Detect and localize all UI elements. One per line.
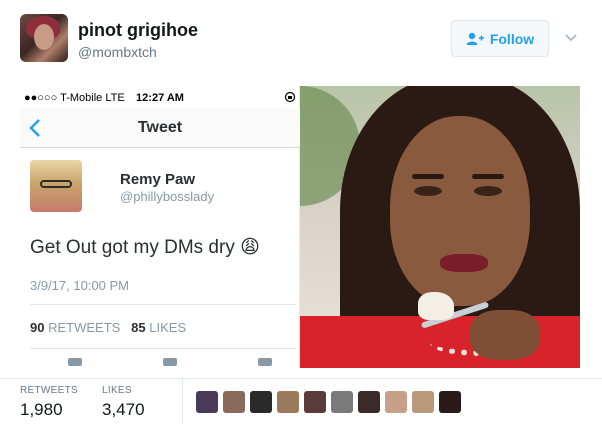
quoted-likes-label: LIKES [149, 320, 187, 335]
stats-divider [182, 379, 183, 424]
quoted-retweets-label: RETWEETS [48, 320, 121, 335]
tweet-media[interactable]: ●●○○○ T-Mobile LTE 12:27 AM Tweet Remy P… [20, 86, 580, 368]
divider [30, 348, 296, 349]
liker-avatar[interactable] [223, 391, 245, 413]
liker-avatar[interactable] [196, 391, 218, 413]
divider [30, 304, 296, 305]
photo-face [390, 116, 530, 306]
photo-hand [470, 310, 540, 360]
retweets-label: RETWEETS [20, 385, 78, 396]
nav-bar: Tweet [20, 108, 300, 148]
photo-brow [412, 174, 444, 179]
photo-brow [472, 174, 504, 179]
quoted-display-name: Remy Paw [120, 171, 196, 188]
liker-avatar[interactable] [439, 391, 461, 413]
quoted-avatar [30, 160, 82, 212]
status-bar: ●●○○○ T-Mobile LTE 12:27 AM [20, 86, 300, 108]
retweet-icon [163, 358, 177, 366]
quoted-tweet-text: Get Out got my DMs dry 😩 [30, 237, 260, 258]
tweet-header: pinot grigihoe @mombxtch Follow [0, 0, 602, 80]
quoted-avatar-glasses [40, 180, 72, 188]
photo-cake [418, 292, 454, 320]
photo-lips [440, 254, 488, 272]
tweet-stats: RETWEETS 1,980 LIKES 3,470 [0, 378, 602, 424]
quoted-action-bar [20, 358, 300, 368]
liker-avatar[interactable] [385, 391, 407, 413]
likes-stat[interactable]: LIKES 3,470 [102, 385, 145, 420]
photo-eye [474, 186, 502, 196]
retweets-count: 1,980 [20, 400, 63, 419]
liker-avatar[interactable] [304, 391, 326, 413]
phone-screenshot: ●●○○○ T-Mobile LTE 12:27 AM Tweet Remy P… [20, 86, 300, 368]
status-time: 12:27 AM [136, 92, 184, 104]
likes-count: 3,470 [102, 400, 145, 419]
follow-button-label: Follow [489, 30, 535, 47]
reply-icon [68, 358, 82, 366]
liker-avatar[interactable] [358, 391, 380, 413]
avatar-face [34, 24, 54, 50]
quoted-tweet-stats: 90 RETWEETS 85 LIKES [30, 320, 186, 335]
author-display-name[interactable]: pinot grigihoe [78, 20, 198, 41]
liker-avatar[interactable] [250, 391, 272, 413]
chevron-down-icon[interactable] [564, 30, 578, 44]
reaction-photo [300, 86, 580, 368]
likes-label: LIKES [102, 385, 132, 396]
quoted-retweets-count: 90 [30, 320, 45, 335]
author-avatar[interactable] [20, 14, 68, 62]
retweets-stat[interactable]: RETWEETS 1,980 [20, 385, 78, 420]
quoted-likes-count: 85 [131, 320, 146, 335]
follow-button[interactable]: Follow [451, 20, 549, 57]
author-handle[interactable]: @mombxtch [78, 44, 157, 60]
user-plus-icon [466, 32, 484, 45]
liker-avatar[interactable] [331, 391, 353, 413]
liker-avatar[interactable] [412, 391, 434, 413]
nav-title: Tweet [137, 119, 183, 136]
quoted-handle: @phillybosslady [120, 189, 215, 204]
quoted-tweet-date: 3/9/17, 10:00 PM [30, 278, 130, 293]
photo-eye [414, 186, 442, 196]
rotation-lock-icon [284, 91, 296, 103]
liker-avatar[interactable] [277, 391, 299, 413]
heart-icon [258, 358, 272, 366]
